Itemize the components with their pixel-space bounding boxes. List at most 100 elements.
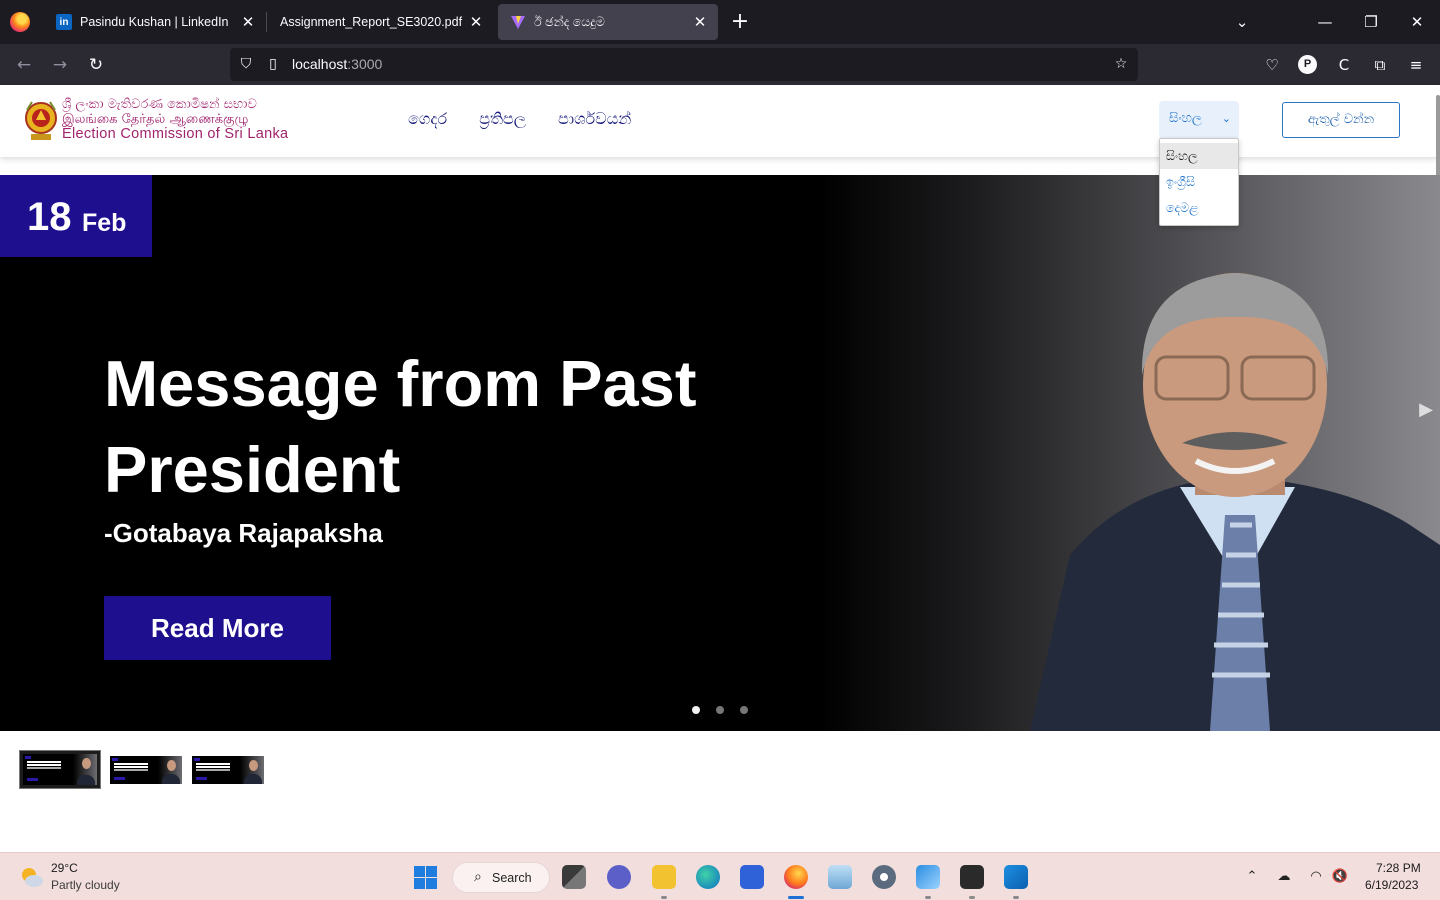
page-info-icon[interactable]: ▯ bbox=[264, 55, 282, 73]
onedrive-sync-icon[interactable]: ☁ bbox=[1275, 867, 1293, 885]
settings-gear-icon[interactable] bbox=[872, 865, 896, 889]
date-month: Feb bbox=[82, 209, 127, 237]
thumb-suit bbox=[162, 774, 180, 784]
thumb-suit bbox=[77, 775, 95, 785]
wifi-icon[interactable]: ◠ bbox=[1307, 867, 1325, 885]
clock-time[interactable]: 7:28 PM bbox=[1376, 861, 1421, 875]
thumb-face bbox=[167, 760, 176, 771]
partly-cloudy-icon[interactable] bbox=[20, 866, 44, 888]
bookmark-star-icon[interactable]: ☆ bbox=[1112, 55, 1130, 73]
thumb-suit bbox=[244, 774, 262, 784]
volume-muted-icon[interactable]: 🔇 bbox=[1331, 867, 1349, 885]
chevron-down-icon: ⌄ bbox=[1221, 112, 1231, 125]
hero-carousel: 18 Feb Message from Past President -Gota… bbox=[0, 175, 1440, 731]
close-icon[interactable]: ✕ bbox=[464, 13, 488, 31]
sri-lanka-emblem-icon[interactable] bbox=[24, 96, 58, 144]
date-badge: 18 Feb bbox=[0, 175, 152, 257]
read-more-button[interactable]: Read More bbox=[104, 596, 331, 660]
browser-nav-bar: ← → ↻ ⛉ ▯ localhost:3000 ☆ ♡ P C ⧉ ≡ bbox=[0, 44, 1440, 85]
running-indicator bbox=[1013, 896, 1019, 899]
logo-line-english: Election Commission of Sri Lanka bbox=[62, 126, 289, 142]
tab-pdf[interactable]: Assignment_Report_SE3020.pdf ✕ bbox=[268, 4, 494, 40]
reload-icon[interactable]: ↻ bbox=[83, 52, 109, 78]
thumb-button bbox=[27, 778, 38, 781]
new-tab-plus-icon[interactable]: + bbox=[728, 8, 752, 36]
back-arrow-icon[interactable]: ← bbox=[11, 52, 37, 78]
login-button[interactable]: ඇතුල් වන්න bbox=[1282, 102, 1400, 138]
task-view-icon[interactable] bbox=[562, 865, 586, 889]
menu-icon[interactable]: ≡ bbox=[1405, 54, 1427, 76]
language-option-tamil[interactable]: දෙමළ bbox=[1160, 195, 1238, 221]
carousel-dot-2[interactable] bbox=[716, 706, 724, 714]
tray-overflow-chevron-icon[interactable]: ⌃ bbox=[1243, 867, 1261, 885]
tab-e-vote[interactable]: ඊ ඡන්ද යෙදුම ✕ bbox=[498, 4, 718, 40]
thumbnail-1[interactable] bbox=[19, 750, 101, 789]
carousel-dot-3[interactable] bbox=[740, 706, 748, 714]
window-close-icon[interactable]: ✕ bbox=[1402, 8, 1432, 36]
running-indicator bbox=[925, 896, 931, 899]
tab-list-chevron-icon[interactable]: ⌄ bbox=[1227, 8, 1257, 36]
url-bar[interactable]: ⛉ ▯ localhost:3000 ☆ bbox=[230, 48, 1138, 81]
date-day: 18 bbox=[27, 195, 72, 239]
thumb-face bbox=[249, 760, 258, 771]
url-port: :3000 bbox=[347, 56, 383, 72]
nav-parties[interactable]: පාර්ශවයන් bbox=[558, 109, 631, 129]
thumbnail-2[interactable] bbox=[110, 756, 182, 784]
forward-arrow-icon[interactable]: → bbox=[47, 52, 73, 78]
profile-icon[interactable]: P bbox=[1298, 55, 1317, 74]
snipping-tool-icon[interactable] bbox=[916, 865, 940, 889]
vscode-icon[interactable] bbox=[1004, 865, 1028, 889]
tab-title: Pasindu Kushan | LinkedIn bbox=[80, 15, 229, 29]
language-selected-value: සිංහල bbox=[1169, 111, 1202, 126]
thumbnail-3[interactable] bbox=[192, 756, 264, 784]
tab-title: ඊ ඡන්ද යෙදුම bbox=[534, 14, 605, 29]
microsoft-store-icon[interactable] bbox=[740, 865, 764, 889]
language-option-english[interactable]: ඉංග්‍රීසි bbox=[1160, 169, 1238, 195]
taskbar-search[interactable]: ⌕ Search bbox=[452, 862, 550, 893]
thumb-title bbox=[27, 761, 61, 763]
extensions-puzzle-icon[interactable]: ⧉ bbox=[1369, 54, 1391, 76]
teams-chat-icon[interactable] bbox=[607, 865, 631, 889]
tab-linkedin[interactable]: in Pasindu Kushan | LinkedIn ✕ bbox=[44, 4, 266, 40]
browser-tab-bar: in Pasindu Kushan | LinkedIn ✕ Assignmen… bbox=[0, 0, 1440, 44]
linkedin-icon: in bbox=[56, 14, 72, 30]
firefox-taskbar-icon[interactable] bbox=[784, 865, 808, 889]
windows-start-icon[interactable] bbox=[414, 866, 437, 889]
thumb-face bbox=[82, 758, 91, 769]
extension-c-icon[interactable]: C bbox=[1333, 54, 1355, 76]
terminal-icon[interactable] bbox=[960, 865, 984, 889]
carousel-thumbnails bbox=[19, 750, 264, 789]
nav-home[interactable]: ගෙදර bbox=[408, 109, 447, 129]
minimize-icon[interactable]: — bbox=[1310, 8, 1340, 36]
thumb-date bbox=[194, 758, 200, 761]
vite-icon bbox=[510, 14, 526, 30]
language-select[interactable]: සිංහල ⌄ bbox=[1159, 101, 1239, 139]
carousel-next-arrow-icon[interactable]: ▶ bbox=[1418, 397, 1434, 423]
language-option-sinhala[interactable]: සිංහල bbox=[1160, 143, 1238, 169]
firefox-icon[interactable] bbox=[10, 12, 30, 32]
search-icon: ⌕ bbox=[474, 868, 482, 884]
president-portrait bbox=[1030, 273, 1440, 731]
close-icon[interactable]: ✕ bbox=[236, 13, 260, 31]
pocket-icon[interactable]: ♡ bbox=[1261, 54, 1283, 76]
clock-date[interactable]: 6/19/2023 bbox=[1365, 878, 1418, 892]
file-explorer-icon[interactable] bbox=[652, 865, 676, 889]
carousel-dot-1[interactable] bbox=[692, 706, 700, 714]
weather-temperature[interactable]: 29°C bbox=[51, 861, 78, 875]
weather-description[interactable]: Partly cloudy bbox=[51, 878, 120, 892]
hero-title: Message from Past President bbox=[104, 347, 697, 506]
running-indicator bbox=[661, 896, 667, 899]
thumb-button bbox=[114, 777, 125, 780]
close-icon[interactable]: ✕ bbox=[688, 13, 712, 31]
restore-icon[interactable]: ❐ bbox=[1356, 8, 1386, 36]
site-logo-text[interactable]: ශ්‍රී ලංකා මැතිවරණ කොමිෂන් සභාව இலங்கை த… bbox=[62, 97, 302, 142]
url-host: localhost bbox=[292, 56, 348, 72]
web-page: ශ්‍රී ලංකා මැතිවරණ කොමිෂන් සභාව இலங்கை த… bbox=[0, 85, 1440, 852]
url-text[interactable]: localhost:3000 bbox=[292, 56, 382, 72]
photos-icon[interactable] bbox=[828, 865, 852, 889]
tab-title: Assignment_Report_SE3020.pdf bbox=[280, 15, 463, 29]
tab-separator bbox=[266, 12, 267, 32]
edge-icon[interactable] bbox=[696, 865, 720, 889]
nav-results[interactable]: ප්‍රතිපල bbox=[479, 109, 526, 129]
shield-icon[interactable]: ⛉ bbox=[237, 55, 255, 73]
